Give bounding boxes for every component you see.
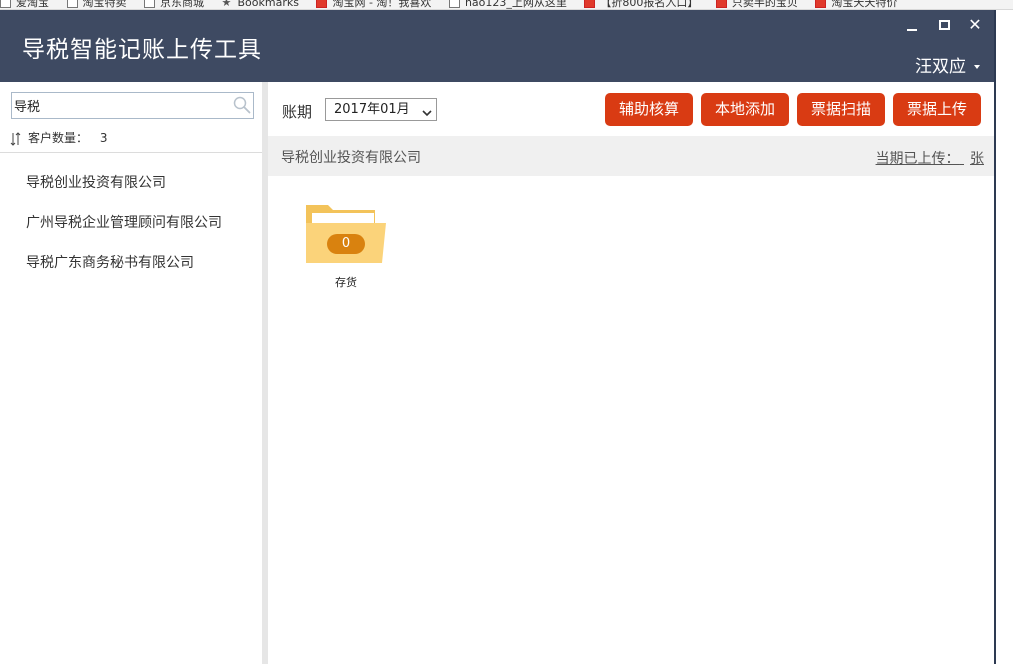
client-sidebar: 客户数量： 3 导税创业投资有限公司 广州导税企业管理顾问有限公司 导税广东商务… (0, 82, 262, 664)
company-band: 导税创业投资有限公司 当期已上传： 张 (268, 136, 994, 176)
bookmark-item[interactable]: 淘宝网 - 淘！我喜欢 (316, 0, 431, 9)
title-bar: 导税智能记账上传工具 ✕ 汪双应 (0, 10, 994, 82)
client-list-item[interactable]: 广州导税企业管理顾问有限公司 (26, 212, 222, 232)
close-button[interactable]: ✕ (962, 14, 988, 36)
chevron-down-icon (422, 104, 432, 117)
local-add-button[interactable]: 本地添加 (701, 93, 789, 126)
app-title: 导税智能记账上传工具 (22, 36, 262, 62)
client-search-box (11, 92, 254, 119)
bookmark-item[interactable]: 淘宝特卖 (66, 0, 127, 9)
page-icon (0, 0, 11, 8)
search-icon[interactable] (233, 96, 251, 114)
period-value: 2017年01月 (334, 102, 410, 117)
taobao-icon (316, 0, 328, 8)
user-name: 汪双应 (915, 57, 966, 77)
sidebar-divider (0, 152, 262, 153)
bookmark-item[interactable]: 淘宝天天特价 (815, 0, 897, 9)
current-company-name: 导税创业投资有限公司 (281, 150, 421, 166)
user-menu[interactable]: 汪双应 (915, 52, 980, 77)
receipt-upload-button[interactable]: 票据上传 (893, 93, 981, 126)
client-list-item[interactable]: 导税创业投资有限公司 (26, 172, 166, 192)
bookmark-item[interactable]: 爱淘宝 (0, 0, 49, 9)
maximize-button[interactable] (931, 14, 957, 36)
taobao-icon (815, 0, 827, 8)
client-list-item[interactable]: 导税广东商务秘书有限公司 (26, 252, 194, 272)
bookmark-item[interactable]: ★ Bookmarks (221, 0, 299, 9)
folder-count-badge: 0 (327, 234, 365, 254)
period-select[interactable]: 2017年01月 (325, 98, 437, 121)
folder-inventory[interactable]: 0 存货 (304, 201, 388, 293)
star-icon: ★ (221, 0, 232, 9)
client-search-input[interactable] (14, 94, 226, 117)
bookmark-item[interactable]: 京东商城 (144, 0, 204, 9)
bookmark-item[interactable]: 只卖半的宝贝 (715, 0, 798, 9)
browser-bookmarks-bar: 爱淘宝 淘宝特卖 京东商城 ★ Bookmarks 淘宝网 - 淘！我喜欢 hao… (0, 0, 1013, 10)
page-icon (66, 0, 78, 8)
uploaded-unit: 张 (970, 151, 984, 167)
client-count: 客户数量： 3 (10, 129, 107, 146)
receipt-scan-button[interactable]: 票据扫描 (797, 93, 885, 126)
taobao-icon (715, 0, 727, 8)
period-label: 账期 (282, 103, 313, 121)
bookmark-item[interactable]: hao123_上网从这里 (448, 0, 567, 9)
folder-label: 存货 (335, 276, 357, 289)
page-icon (448, 0, 460, 8)
bookmark-item[interactable]: 【折800报名入口】 (584, 0, 698, 9)
page-icon (144, 0, 155, 8)
app-window: 导税智能记账上传工具 ✕ 汪双应 客户数量： 3 导税创业投资有限公司 广州导税… (0, 10, 996, 664)
taobao-icon (584, 0, 596, 8)
uploaded-label: 当期已上传： (875, 151, 960, 167)
client-count-label: 客户数量： (28, 131, 89, 145)
uploaded-count-link[interactable]: 当期已上传： 张 (876, 148, 984, 168)
client-count-value: 3 (99, 131, 108, 145)
sort-icon[interactable] (10, 131, 22, 146)
auxiliary-accounting-button[interactable]: 辅助核算 (605, 93, 693, 126)
main-panel: 账期 2017年01月 辅助核算 本地添加 票据扫描 票据上传 导税创业投资有限… (268, 82, 994, 664)
caret-down-icon (974, 65, 980, 69)
minimize-button[interactable] (900, 14, 926, 36)
